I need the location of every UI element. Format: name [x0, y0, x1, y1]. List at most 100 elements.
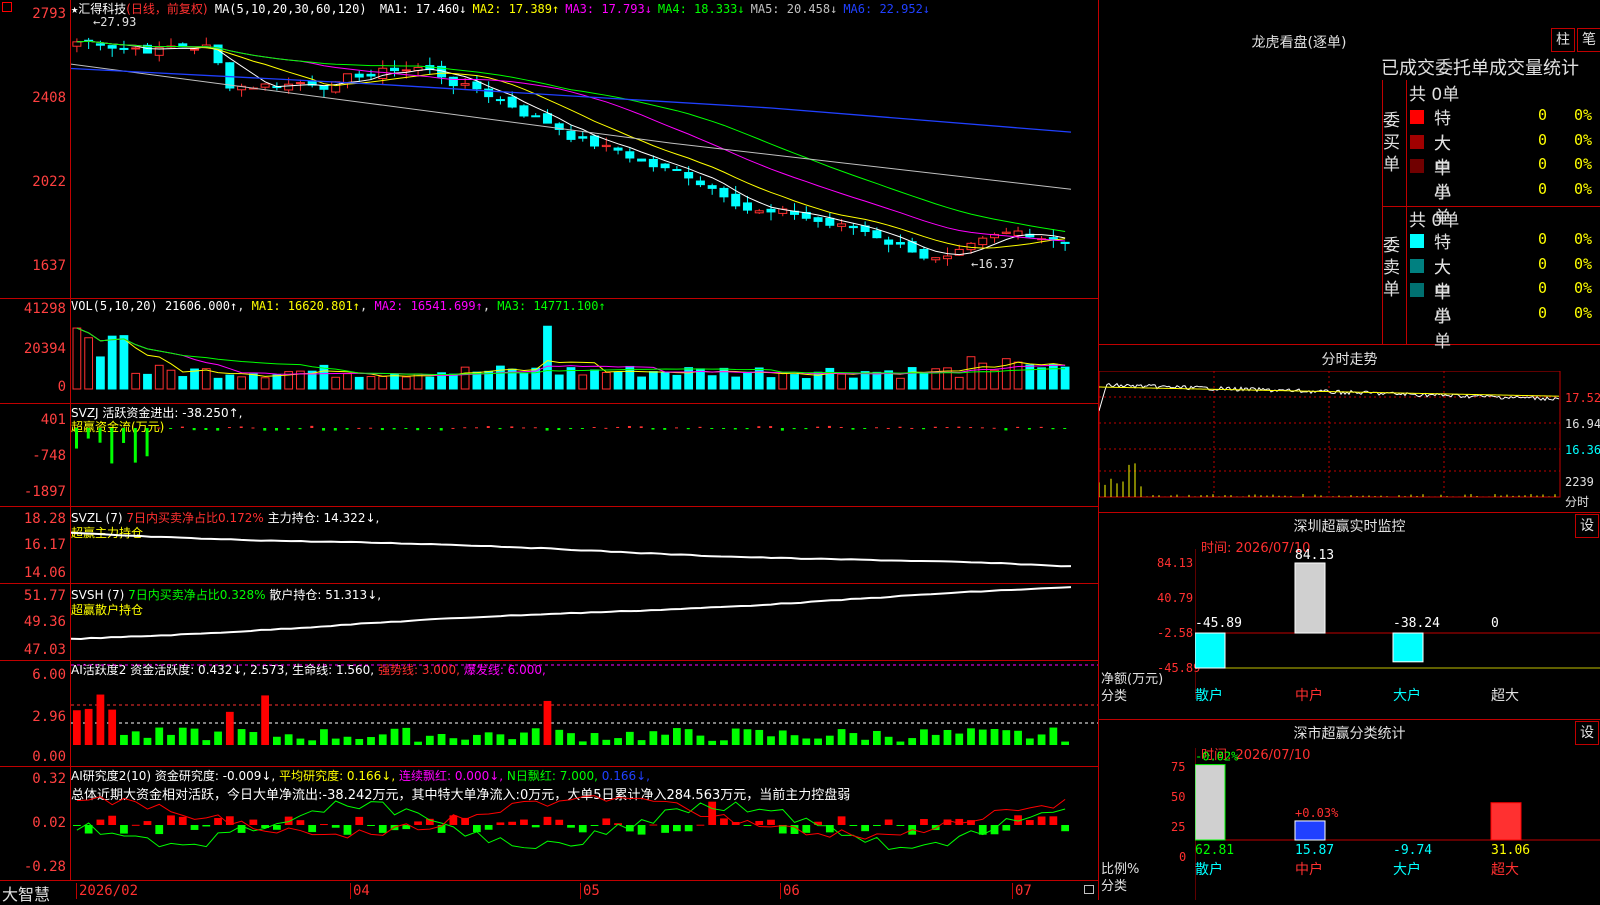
activity-bar: [1037, 734, 1046, 745]
classify-bar-chart[interactable]: 62.81 -0.02% 散户 15.87 +0.03% 中户 -9.74 大户 31.06 超大: [1195, 748, 1600, 900]
activity-bar: [449, 738, 458, 745]
flow-bar: [357, 427, 361, 429]
volume-panel[interactable]: 41298 20394 0 VOL(5,10,20) 21606.000↑, M…: [0, 299, 1098, 404]
activity-bar: [578, 741, 587, 745]
flow-bar: [439, 428, 443, 431]
activity-bar: [414, 741, 422, 745]
research-bar: [1049, 816, 1058, 825]
flow-bar: [569, 428, 573, 430]
flow-bar: [933, 426, 937, 428]
activity-bar: [425, 735, 434, 745]
ma-line: [76, 40, 1066, 249]
flow-bar: [463, 427, 467, 429]
svzl-ytick: 18.28: [23, 511, 66, 527]
candlestick-chart[interactable]: ←27.93 ←16.37: [71, 14, 1098, 297]
classify-top-label: -0.02%: [1195, 750, 1239, 764]
svsh-panel[interactable]: 51.77 49.36 47.03 SVSH (7) 7日内买卖净占比0.328…: [0, 584, 1098, 661]
flow-bar: [133, 428, 137, 463]
activity-bar: [625, 731, 634, 745]
classify-panel[interactable]: 深市超赢分类统计 设 时间: 2026/07/10 75 50 25 0 比例%…: [1099, 719, 1600, 901]
activity-bar: [543, 700, 552, 745]
monitor-settings-button[interactable]: 设: [1575, 514, 1599, 538]
flow-bar: [969, 427, 973, 429]
ai-active-panel[interactable]: 6.00 2.96 0.00 AI活跃度2 资金活跃度: 0.432↓, 2.5…: [0, 661, 1098, 767]
sell-divider: [1406, 206, 1407, 344]
activity-bar: [649, 731, 658, 745]
bar-mode-button[interactable]: 柱: [1551, 28, 1575, 52]
monitor-bar-chart[interactable]: -45.89 84.13 -38.24 0: [1195, 549, 1600, 699]
activity-bar: [590, 733, 599, 745]
flow-bar: [627, 425, 631, 428]
research-bar: [649, 824, 658, 826]
research-bar: [473, 825, 481, 833]
volume-bar: [84, 337, 94, 390]
price-panel[interactable]: 2793 2408 2022 1637 ★汇得科技(日线，前复权) MA(5,1…: [0, 0, 1098, 299]
candle-body: [460, 83, 470, 86]
pen-mode-button[interactable]: 笔: [1577, 28, 1600, 52]
volume-bar: [684, 367, 694, 390]
flow-bar: [416, 428, 420, 431]
research-bar: [202, 825, 211, 827]
intraday-vol-unit: 分时: [1565, 495, 1590, 509]
order-count: 0: [1538, 179, 1548, 198]
flow-bar: [827, 425, 831, 428]
research-bar: [414, 821, 422, 825]
activity-bar: [96, 694, 105, 745]
ai-research-panel[interactable]: 0.32 0.02 -0.28 AI研究度2(10) 资金研究度: -0.009…: [0, 767, 1098, 880]
svsh-ytick: 47.03: [23, 642, 66, 658]
flow-bar: [733, 428, 737, 430]
research-bar: [1002, 825, 1011, 831]
ai-research-chart[interactable]: [71, 767, 1098, 880]
ai-active-ytick: 0.00: [32, 749, 66, 765]
volume-bar: [1037, 367, 1046, 390]
research-bar: [190, 825, 199, 830]
ai-active-chart[interactable]: [71, 661, 1098, 766]
flow-bar: [804, 428, 808, 430]
monitor-value-label: 84.13: [1295, 549, 1334, 563]
svzl-panel[interactable]: 18.28 16.17 14.06 SVZL (7) 7日内买卖净占比0.172…: [0, 507, 1098, 584]
svzj-panel[interactable]: 401 -748 -1897 SVZJ 活跃资金进出: -38.250↑, 超赢…: [0, 404, 1098, 507]
volume-bar: [119, 335, 129, 390]
activity-bar: [214, 731, 222, 745]
classify-ytick: 25: [1171, 820, 1186, 834]
activity-bar: [131, 731, 140, 745]
ai-research-ytick: 0.32: [32, 771, 66, 787]
candle-body: [1060, 241, 1070, 244]
volume-bar: [1048, 363, 1058, 390]
candle-body: [919, 248, 929, 259]
research-bar: [696, 824, 705, 826]
research-bar: [143, 821, 152, 825]
candle-body: [813, 217, 823, 222]
monitor-value-label: -38.24: [1393, 616, 1440, 631]
candle-body: [190, 48, 200, 51]
flow-bar: [780, 428, 784, 431]
flow-bar: [75, 428, 78, 449]
flow-bar: [980, 427, 984, 429]
volume-bar: [354, 376, 364, 390]
intraday-chart[interactable]: [1099, 371, 1600, 511]
intraday-panel[interactable]: 分时走势 17.52 16.94 16.36 2239 分时: [1099, 345, 1600, 512]
research-bar: [320, 824, 328, 826]
classify-bar: [1294, 820, 1326, 841]
volume-bar: [896, 377, 905, 390]
classify-settings-button[interactable]: 设: [1575, 721, 1599, 745]
classify-ytick: 50: [1171, 790, 1186, 804]
research-bar: [108, 815, 117, 825]
left-chart-area[interactable]: 2793 2408 2022 1637 ★汇得科技(日线，前复权) MA(5,1…: [0, 0, 1098, 904]
flow-bar: [533, 427, 537, 429]
svzj-chart[interactable]: [71, 404, 1098, 506]
flow-bar: [239, 426, 243, 428]
flow-bar: [616, 426, 620, 428]
svsh-line-chart[interactable]: [71, 584, 1098, 660]
volume-bar: [766, 377, 776, 390]
classify-category-label: 大户: [1393, 861, 1421, 878]
activity-bar: [708, 740, 717, 745]
order-swatch: [1410, 258, 1424, 273]
volume-chart[interactable]: [71, 313, 1098, 403]
svzl-line-chart[interactable]: [71, 507, 1098, 583]
research-bar: [602, 818, 611, 825]
volume-bar: [448, 373, 458, 390]
candle-body: [354, 73, 364, 78]
volume-bar: [401, 376, 411, 390]
monitor-panel[interactable]: 深圳超赢实时监控 设 时间: 2026/07/10 84.13 40.79 -2…: [1099, 512, 1600, 720]
